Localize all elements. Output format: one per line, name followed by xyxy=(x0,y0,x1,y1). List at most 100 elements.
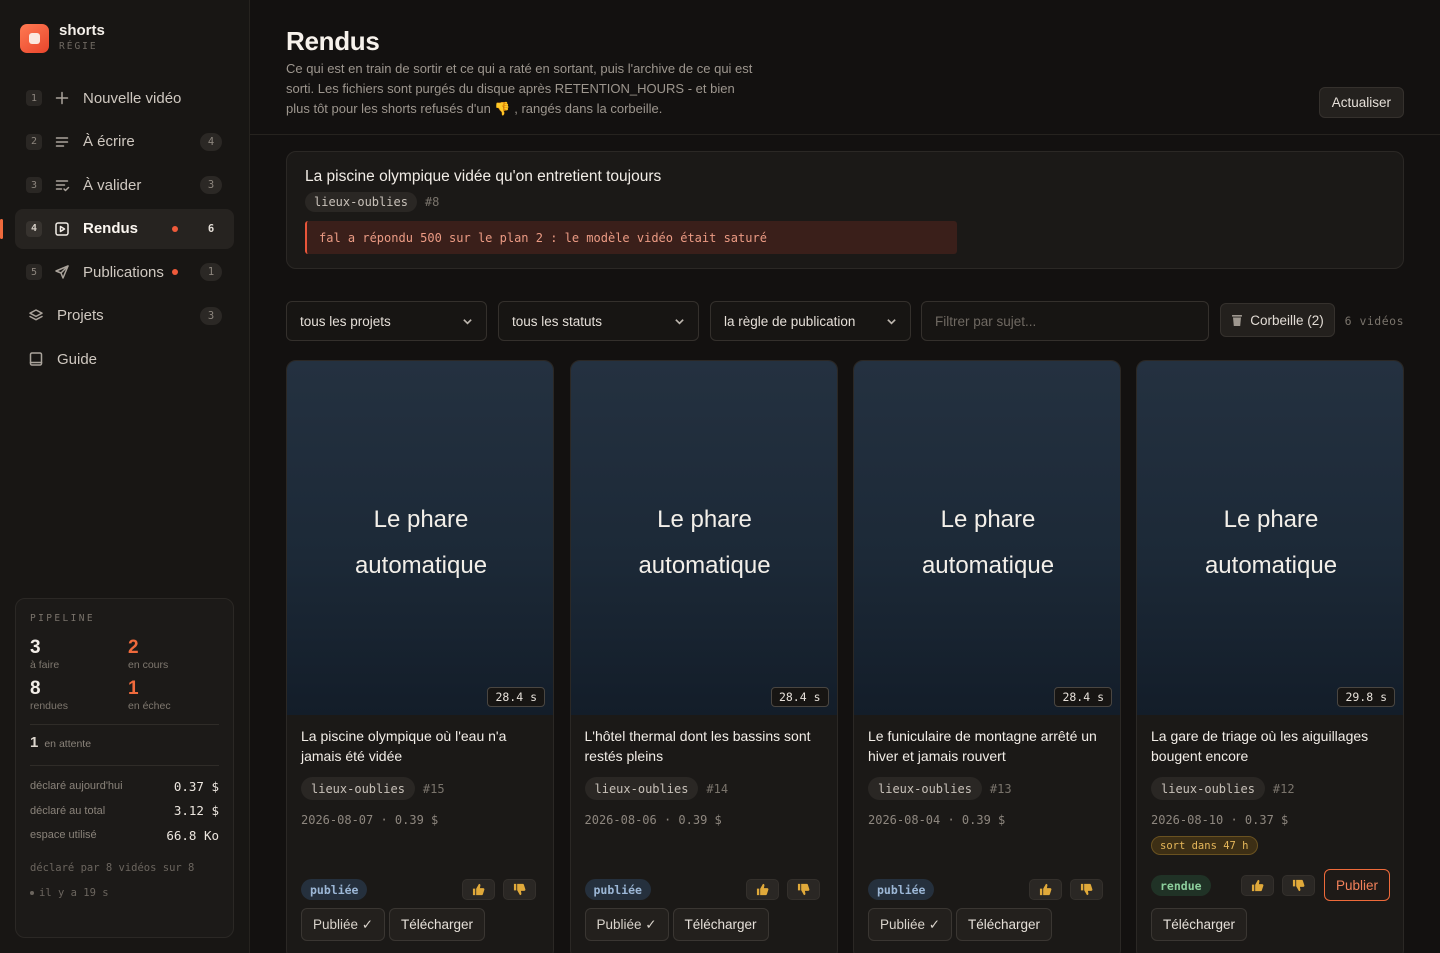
published-button[interactable]: Publiée ✓ xyxy=(868,908,953,941)
page-title: Rendus xyxy=(286,26,380,56)
page-description: Ce qui est en train de sortir et ce qui … xyxy=(286,61,753,116)
count-badge: 3 xyxy=(200,306,222,325)
video-meta: 2026-08-10 · 0.37 $ xyxy=(1151,813,1289,827)
alert-dot-icon xyxy=(172,269,178,275)
checklist-icon xyxy=(54,177,70,193)
page-header: Rendus Ce qui est en train de sortir et … xyxy=(250,0,1440,135)
sidebar-item-label: Publications xyxy=(83,263,164,281)
error-tags: lieux-oublies #8 xyxy=(305,192,439,212)
sidebar-item-label: Rendus xyxy=(83,220,139,237)
status-select[interactable]: tous les statuts xyxy=(498,301,699,341)
sidebar-item-label: Projets xyxy=(57,307,104,324)
vote-group xyxy=(745,879,820,900)
thumbs-down-icon xyxy=(797,883,809,896)
shortcut-badge: 5 xyxy=(26,264,42,280)
book-icon xyxy=(28,351,44,367)
thumbs-down-button[interactable] xyxy=(503,879,536,900)
video-meta: 2026-08-04 · 0.39 $ xyxy=(868,813,1006,827)
trash-button[interactable]: Corbeille (2) xyxy=(1220,303,1335,337)
download-button[interactable]: Télécharger xyxy=(956,908,1053,941)
rule-select[interactable]: la règle de publication xyxy=(710,301,911,341)
status-badge: publiée xyxy=(584,879,651,900)
pipeline-footer: déclaré par 8 vidéos sur 8 xyxy=(30,861,195,874)
error-message: fal a répondu 500 sur le plan 2 : le mod… xyxy=(305,221,957,254)
pipeline-panel: PIPELINE 3 à faire 2 en cours 8 rendues … xyxy=(15,598,234,938)
shortcut-badge: 1 xyxy=(26,90,42,106)
video-id: #15 xyxy=(422,781,445,796)
thumbs-down-icon xyxy=(1292,879,1305,892)
pipeline-todo: 3 à faire xyxy=(30,637,60,672)
thumbnail-caption: automatique xyxy=(921,552,1055,579)
thumbs-up-button[interactable] xyxy=(745,879,779,900)
download-button[interactable]: Télécharger xyxy=(1151,908,1248,941)
count-badge: 4 xyxy=(200,132,222,151)
count-badge: 6 xyxy=(207,222,215,235)
brand-logo-icon xyxy=(20,24,49,53)
sidebar-item-2[interactable]: 2 À écrire 4 xyxy=(15,122,234,162)
project-tag[interactable]: lieux-oublies xyxy=(301,777,415,800)
duration-badge: 28.4 s xyxy=(1054,687,1112,707)
sidebar-item-5[interactable]: 5 Publications 1 xyxy=(15,252,234,292)
video-id: #12 xyxy=(1272,781,1295,796)
thumbs-up-icon xyxy=(1251,879,1264,892)
status-badge: publiée xyxy=(301,879,368,900)
video-title: La piscine olympique où l'eau n'a jamais… xyxy=(301,728,507,764)
status-badge: publiée xyxy=(868,879,935,900)
sidebar-item-label: À écrire xyxy=(83,133,135,150)
video-thumbnail[interactable]: Le phare automatique xyxy=(854,361,1120,715)
brand[interactable]: shorts RÉGIE xyxy=(20,22,105,53)
filter-bar: tous les projets tous les statuts la règ… xyxy=(286,301,1404,341)
pipeline-rendered: 8 rendues xyxy=(30,678,68,713)
published-button[interactable]: Publiée ✓ xyxy=(584,908,669,941)
pipeline-running: 2 en cours xyxy=(128,637,169,672)
thumbnail-caption: automatique xyxy=(354,552,488,579)
sidebar-item-6[interactable]: Projets 3 xyxy=(15,296,234,336)
chevron-down-icon xyxy=(887,318,896,325)
project-tag[interactable]: lieux-oublies xyxy=(305,192,417,212)
divider xyxy=(30,765,219,766)
project-tag[interactable]: lieux-oublies xyxy=(1151,777,1265,800)
video-thumbnail[interactable]: Le phare automatique xyxy=(287,361,553,715)
shortcut-badge: 4 xyxy=(26,220,42,237)
thumbs-up-button[interactable] xyxy=(1029,879,1062,900)
cost-list: déclaré aujourd'hui 0.37 $ déclaré au tota… xyxy=(30,774,219,848)
thumbnail-caption: automatique xyxy=(638,552,771,579)
thumbs-up-button[interactable] xyxy=(462,879,495,900)
video-thumbnail[interactable]: Le phare automatique xyxy=(1137,361,1403,715)
video-card: Le phare automatique 28.4 s L'hôtel ther… xyxy=(569,360,838,953)
publish-button[interactable]: Publier xyxy=(1323,869,1390,901)
layers-icon xyxy=(28,308,44,324)
video-card: Le phare automatique 29.8 s La gare de t… xyxy=(1136,360,1404,953)
brand-subtitle: RÉGIE xyxy=(59,41,98,52)
download-button[interactable]: Télécharger xyxy=(389,908,486,941)
video-title: L'hôtel thermal dont les bassins sont re… xyxy=(584,728,811,764)
thumbs-down-button[interactable] xyxy=(1070,879,1103,900)
cost-row: déclaré aujourd'hui 0.37 $ xyxy=(30,778,219,794)
refresh-button[interactable]: Actualiser xyxy=(1318,87,1404,118)
project-tag[interactable]: lieux-oublies xyxy=(868,777,982,800)
thumbs-down-icon xyxy=(1080,883,1093,896)
video-count: 6 vidéos xyxy=(1344,314,1404,328)
sidebar-item-1[interactable]: 1 Nouvelle vidéo xyxy=(15,78,234,118)
subject-search-input[interactable] xyxy=(921,301,1209,341)
download-button[interactable]: Télécharger xyxy=(672,908,769,941)
sidebar-item-label: Guide xyxy=(57,350,98,368)
project-select[interactable]: tous les projets xyxy=(286,301,487,341)
project-tag[interactable]: lieux-oublies xyxy=(584,777,699,800)
trash-icon xyxy=(1232,314,1243,326)
duration-badge: 28.4 s xyxy=(487,687,545,707)
pipeline-waiting: 1 en attente xyxy=(30,734,92,751)
thumbs-up-icon xyxy=(472,883,485,896)
video-thumbnail[interactable]: Le phare automatique xyxy=(570,361,837,715)
published-button[interactable]: Publiée ✓ xyxy=(301,908,386,941)
sidebar-item-3[interactable]: 3 À valider 3 xyxy=(15,165,234,205)
pipeline-failed: 1 en échec xyxy=(128,678,171,713)
vote-group xyxy=(462,879,536,900)
thumbs-up-button[interactable] xyxy=(1241,875,1274,896)
thumbs-down-button[interactable] xyxy=(786,879,820,900)
sidebar-item-7[interactable]: Guide xyxy=(15,339,234,379)
chevron-down-icon xyxy=(463,318,472,325)
sidebar-item-4[interactable]: 4 Rendus 6 xyxy=(0,208,234,249)
video-title: La gare de triage où les aiguillages bou… xyxy=(1151,728,1369,764)
thumbs-down-button[interactable] xyxy=(1282,875,1315,896)
